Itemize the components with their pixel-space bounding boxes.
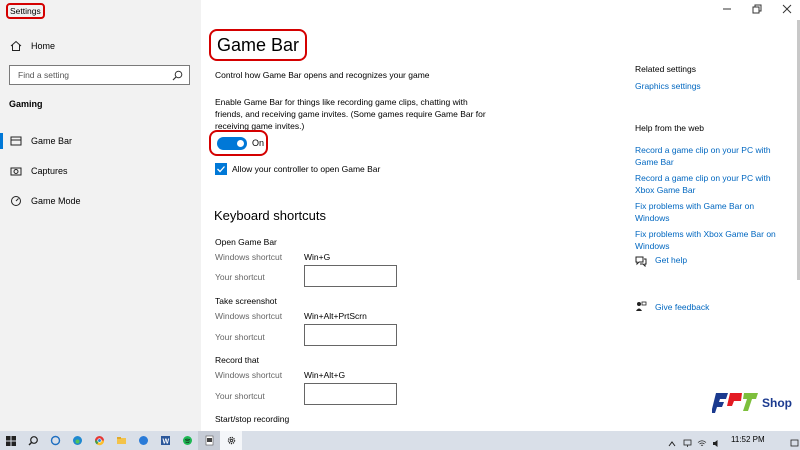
help-from-web-header: Help from the web bbox=[635, 123, 704, 133]
give-feedback-link[interactable]: Give feedback bbox=[655, 301, 709, 313]
keyboard-shortcuts-header: Keyboard shortcuts bbox=[214, 208, 327, 223]
help-link-4-line-1: Fix problems with Xbox Game Bar on bbox=[635, 229, 776, 239]
close-button[interactable] bbox=[782, 4, 792, 16]
edge-taskbar-icon[interactable] bbox=[132, 431, 154, 450]
notification-icon[interactable] bbox=[790, 435, 799, 450]
help-link-1-line-2: Game Bar bbox=[635, 157, 674, 167]
next-section-label: Start/stop recording bbox=[215, 414, 290, 424]
help-link-4[interactable]: Fix problems with Xbox Game Bar on Windo… bbox=[635, 228, 776, 252]
edge-icon[interactable] bbox=[66, 431, 88, 450]
task-view-icon[interactable] bbox=[44, 431, 66, 450]
main-content: Game Bar Control how Game Bar opens and … bbox=[201, 0, 800, 431]
section-label: Gaming bbox=[9, 99, 43, 109]
checkbox-label: Allow your controller to open Game Bar bbox=[232, 164, 381, 174]
wifi-icon[interactable] bbox=[697, 435, 707, 450]
sidebar-item-home[interactable]: Home bbox=[0, 35, 201, 57]
network-icon[interactable] bbox=[683, 435, 692, 450]
search-placeholder: Find a setting bbox=[18, 70, 70, 80]
game-mode-icon bbox=[10, 195, 22, 207]
sidebar-item-captures[interactable]: Captures bbox=[0, 160, 201, 182]
your-shortcut-label: Your shortcut bbox=[215, 332, 265, 342]
notes-app-icon[interactable] bbox=[198, 431, 220, 450]
game-bar-toggle[interactable] bbox=[217, 137, 247, 150]
related-settings-header: Related settings bbox=[635, 64, 696, 74]
volume-icon[interactable] bbox=[712, 435, 721, 450]
give-feedback-icon bbox=[635, 300, 647, 318]
logo-suffix: Shop bbox=[762, 396, 792, 410]
sidebar-item-label: Home bbox=[31, 41, 56, 51]
search-input[interactable]: Find a setting bbox=[9, 65, 190, 85]
page-title: Game Bar bbox=[209, 29, 308, 61]
shortcut-name: Open Game Bar bbox=[215, 237, 277, 247]
sidebar-item-label: Game Bar bbox=[31, 136, 73, 146]
windows-shortcut-label: Windows shortcut bbox=[215, 311, 283, 321]
get-help-link[interactable]: Get help bbox=[655, 254, 687, 266]
sidebar-item-game-mode[interactable]: Game Mode bbox=[0, 190, 201, 212]
fpt-shop-logo: Shop bbox=[711, 389, 800, 415]
your-shortcut-label: Your shortcut bbox=[215, 391, 265, 401]
search-icon[interactable] bbox=[172, 70, 183, 81]
windows-shortcut-value: Win+Alt+G bbox=[304, 370, 346, 380]
help-link-3[interactable]: Fix problems with Game Bar on Windows bbox=[635, 200, 754, 224]
app-title: Settings bbox=[6, 3, 45, 19]
description-line-1: Enable Game Bar for things like recordin… bbox=[215, 97, 468, 107]
sidebar: Settings Home Find a setting Gaming Game… bbox=[0, 0, 201, 431]
tray-chevron-icon[interactable] bbox=[668, 435, 676, 450]
shortcut-name: Take screenshot bbox=[215, 296, 277, 306]
help-link-2[interactable]: Record a game clip on your PC with Xbox … bbox=[635, 172, 771, 196]
help-link-1-line-1: Record a game clip on your PC with bbox=[635, 145, 771, 155]
sidebar-item-label: Game Mode bbox=[31, 196, 81, 206]
your-shortcut-input[interactable] bbox=[304, 383, 397, 405]
help-link-4-line-2: Windows bbox=[635, 241, 670, 251]
help-link-1[interactable]: Record a game clip on your PC with Game … bbox=[635, 144, 771, 168]
word-icon[interactable]: W bbox=[154, 431, 176, 450]
taskbar-clock[interactable]: 11:52 PM bbox=[731, 435, 765, 444]
sidebar-item-label: Captures bbox=[31, 166, 68, 176]
taskbar: W bbox=[0, 431, 800, 450]
get-help-icon bbox=[635, 254, 647, 272]
help-link-2-line-1: Record a game clip on your PC with bbox=[635, 173, 771, 183]
shortcut-name: Record that bbox=[215, 355, 259, 365]
page-subtitle: Control how Game Bar opens and recognize… bbox=[215, 70, 430, 80]
checkmark-icon bbox=[217, 166, 225, 173]
settings-gear-icon[interactable] bbox=[220, 431, 242, 450]
captures-icon bbox=[10, 165, 22, 177]
svg-text:W: W bbox=[162, 439, 169, 446]
game-bar-icon bbox=[10, 135, 22, 147]
description-line-2: friends, and receiving game invites. (So… bbox=[215, 109, 486, 119]
windows-shortcut-value: Win+G bbox=[304, 252, 331, 262]
help-link-2-line-2: Xbox Game Bar bbox=[635, 185, 696, 195]
minimize-button[interactable] bbox=[722, 4, 732, 16]
toggle-knob bbox=[237, 140, 244, 147]
file-explorer-icon[interactable] bbox=[110, 431, 132, 450]
your-shortcut-label: Your shortcut bbox=[215, 272, 265, 282]
restore-button[interactable] bbox=[752, 4, 762, 16]
sidebar-item-game-bar[interactable]: Game Bar bbox=[0, 130, 201, 152]
search-icon[interactable] bbox=[22, 431, 44, 450]
spotify-icon[interactable] bbox=[176, 431, 198, 450]
graphics-settings-link[interactable]: Graphics settings bbox=[635, 80, 701, 92]
game-bar-toggle-group: On bbox=[209, 130, 268, 156]
your-shortcut-input[interactable] bbox=[304, 324, 397, 346]
windows-shortcut-label: Windows shortcut bbox=[215, 370, 283, 380]
windows-start-icon[interactable] bbox=[0, 431, 22, 450]
your-shortcut-input[interactable] bbox=[304, 265, 397, 287]
chrome-icon[interactable] bbox=[88, 431, 110, 450]
help-link-3-line-2: Windows bbox=[635, 213, 670, 223]
windows-shortcut-value: Win+Alt+PrtScrn bbox=[304, 311, 367, 321]
controller-checkbox[interactable] bbox=[215, 163, 227, 175]
home-icon bbox=[10, 40, 22, 52]
help-link-3-line-1: Fix problems with Game Bar on bbox=[635, 201, 755, 211]
windows-shortcut-label: Windows shortcut bbox=[215, 252, 283, 262]
toggle-label: On bbox=[252, 138, 265, 148]
